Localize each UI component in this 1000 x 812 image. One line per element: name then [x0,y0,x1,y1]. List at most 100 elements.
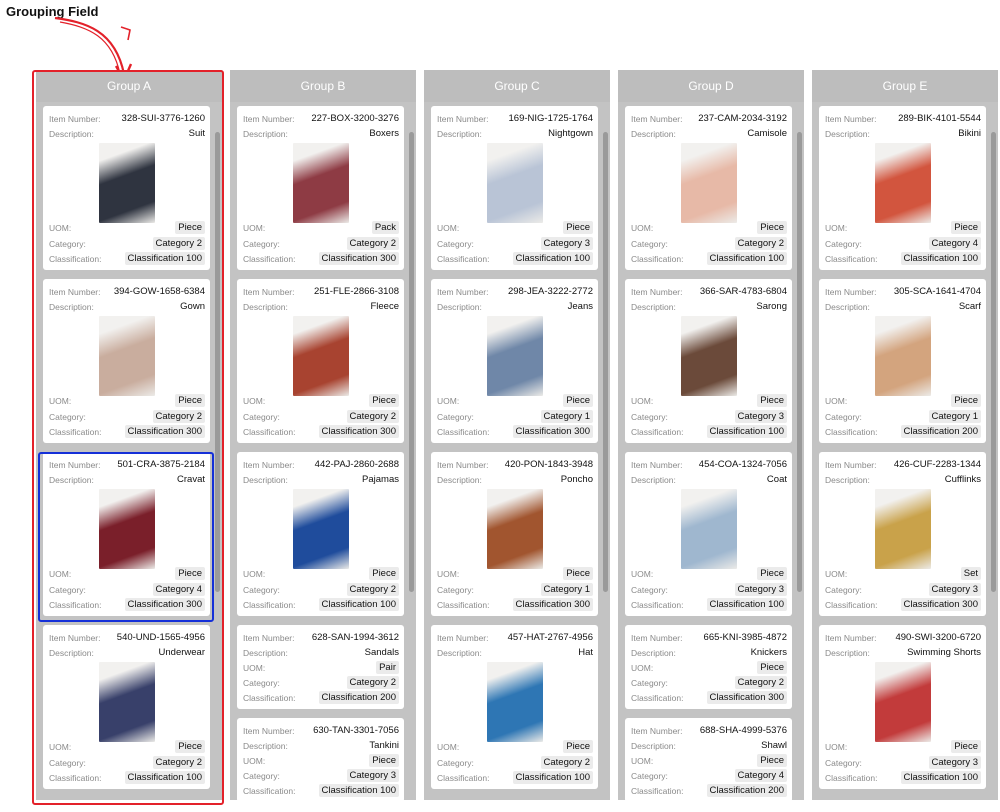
product-image [680,316,737,396]
column-scrollbar[interactable] [409,132,414,592]
field-value: 688-SHA-4999-5376 [699,725,787,736]
item-card[interactable]: Item Number: 366-SAR-4783-6804 Description… [625,279,792,443]
item-card[interactable]: Item Number: 169-NIG-1725-1764 Description… [431,106,598,270]
card-field-row: Classification: Classification 300 [437,597,593,612]
item-card[interactable]: Item Number: 426-CUF-2283-1344 Description… [819,452,986,616]
group-header[interactable]: Group D [618,70,804,102]
field-label: Classification: [825,253,878,264]
field-value: Category 1 [540,410,593,423]
field-value: Shawl [761,740,787,751]
card-field-row: Description: Tankini [243,738,399,753]
item-card[interactable]: Item Number: 442-PAJ-2860-2688 Description… [237,452,404,616]
field-value: Piece [757,221,787,234]
field-value: Piece [757,754,787,767]
card-field-row: Classification: Classification 300 [825,597,981,612]
field-value: Jeans [567,301,593,312]
item-card[interactable]: Item Number: 289-BIK-4101-5544 Description… [819,106,986,270]
item-card[interactable]: Item Number: 227-BOX-3200-3276 Description… [237,106,404,270]
field-value: Piece [563,740,593,753]
group-header[interactable]: Group B [230,70,416,102]
card-field-row: Category: Category 2 [631,236,787,251]
field-value: Classification 300 [512,425,593,438]
field-label: Item Number: [243,725,295,736]
field-label: Item Number: [631,286,683,297]
column-scrollbar[interactable] [991,132,996,592]
field-label: Description: [437,474,482,485]
column-scrollbar[interactable] [603,132,608,592]
item-card[interactable]: Item Number: 298-JEA-3222-2772 Description… [431,279,598,443]
field-label: UOM: [243,755,266,766]
group-card-list[interactable]: Item Number: 227-BOX-3200-3276 Description… [230,102,416,800]
card-field-row: Classification: Classification 100 [631,251,787,266]
group-header[interactable]: Group E [812,70,998,102]
group-card-list[interactable]: Item Number: 237-CAM-2034-3192 Description… [618,102,804,800]
field-label: Classification: [243,599,296,610]
product-image [486,489,543,569]
item-card[interactable]: Item Number: 305-SCA-1641-4704 Description… [819,279,986,443]
field-value: Sarong [756,301,787,312]
field-label: UOM: [437,222,460,233]
field-value: 442-PAJ-2860-2688 [314,459,399,470]
field-label: Description: [243,474,288,485]
card-field-row: Category: Category 3 [243,768,399,783]
card-field-row: Category: Category 3 [825,582,981,597]
card-field-row: Category: Category 3 [631,582,787,597]
field-value: Classification 300 [706,691,787,704]
card-field-row: Item Number: 454-COA-1324-7056 [631,457,787,472]
product-image [486,143,543,223]
group-a-highlight-frame [32,70,224,805]
field-label: UOM: [243,395,266,406]
product-image [874,489,931,569]
card-field-row: Classification: Classification 100 [631,424,787,439]
card-field-row: Item Number: 251-FLE-2866-3108 [243,284,399,299]
field-label: Classification: [243,253,296,264]
card-field-row: Category: Category 1 [825,409,981,424]
item-card[interactable]: Item Number: 237-CAM-2034-3192 Description… [625,106,792,270]
field-label: UOM: [631,568,654,579]
field-value: Boxers [369,128,399,139]
group-card-list[interactable]: Item Number: 289-BIK-4101-5544 Description… [812,102,998,800]
item-card[interactable]: Item Number: 628-SAN-1994-3612 Description… [237,625,404,709]
item-card[interactable]: Item Number: 454-COA-1324-7056 Description… [625,452,792,616]
card-field-row: UOM: Piece [243,753,399,768]
field-label: Classification: [243,785,296,796]
card-field-row: Category: Category 4 [631,768,787,783]
field-label: Description: [825,647,870,658]
field-label: UOM: [631,222,654,233]
field-value: Cufflinks [944,474,981,485]
item-card[interactable]: Item Number: 420-PON-1843-3948 Description… [431,452,598,616]
field-label: Item Number: [243,286,295,297]
field-value: Category 3 [928,756,981,769]
field-label: Classification: [631,785,684,796]
field-label: UOM: [825,395,848,406]
field-value: Classification 100 [706,252,787,265]
field-label: Category: [437,584,474,595]
field-value: Classification 100 [318,784,399,797]
column-scrollbar[interactable] [797,132,802,592]
group-header[interactable]: Group C [424,70,610,102]
card-field-row: UOM: Piece [631,660,787,675]
group-card-list[interactable]: Item Number: 169-NIG-1725-1764 Description… [424,102,610,800]
field-value: 454-COA-1324-7056 [698,459,787,470]
item-card[interactable]: Item Number: 251-FLE-2866-3108 Description… [237,279,404,443]
field-value: Bikini [958,128,981,139]
field-label: UOM: [437,395,460,406]
field-label: Classification: [437,772,490,783]
item-card[interactable]: Item Number: 630-TAN-3301-7056 Description… [237,718,404,800]
field-label: Category: [825,411,862,422]
item-card[interactable]: Item Number: 457-HAT-2767-4956 Description… [431,625,598,789]
item-card[interactable]: Item Number: 665-KNI-3985-4872 Description… [625,625,792,709]
card-field-row: Description: Pajamas [243,472,399,487]
field-label: Description: [631,474,676,485]
card-field-row: Category: Category 3 [825,755,981,770]
product-image [874,316,931,396]
item-card[interactable]: Item Number: 490-SWI-3200-6720 Description… [819,625,986,789]
field-value: Classification 100 [706,598,787,611]
product-image [680,489,737,569]
field-value: Classification 300 [900,598,981,611]
card-field-row: Classification: Classification 200 [825,424,981,439]
item-card[interactable]: Item Number: 688-SHA-4999-5376 Description… [625,718,792,800]
field-label: Category: [631,677,668,688]
selected-card-highlight-frame [38,452,214,622]
field-value: Classification 300 [318,252,399,265]
